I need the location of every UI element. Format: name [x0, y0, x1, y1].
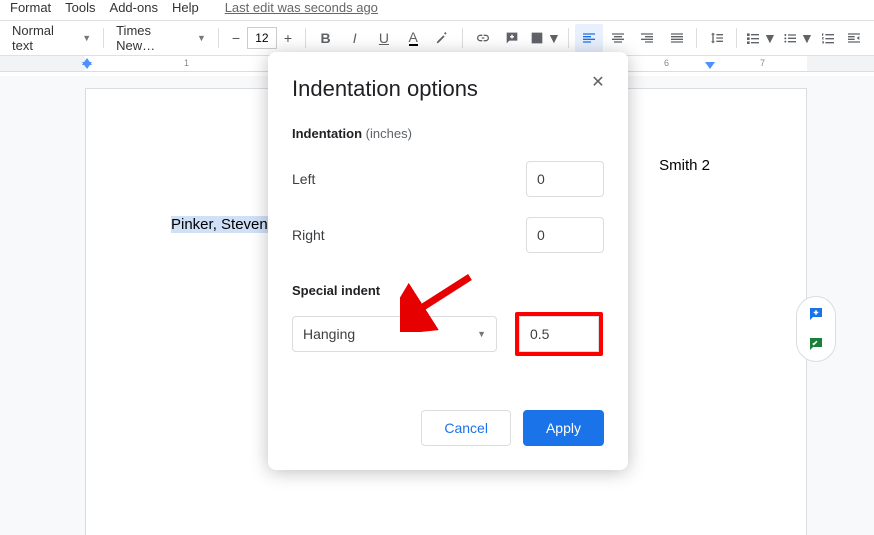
- special-indent-selected: Hanging: [303, 326, 355, 342]
- font-dropdown[interactable]: Times New… ▼: [110, 24, 212, 52]
- font-label: Times New…: [116, 23, 191, 53]
- caret-icon: ▼: [763, 30, 777, 46]
- numbered-list-icon: [820, 30, 836, 46]
- separator: [103, 28, 104, 48]
- caret-icon: ▼: [82, 33, 91, 43]
- align-center-button[interactable]: [605, 24, 632, 52]
- comment-plus-icon: [504, 30, 520, 46]
- indentation-section-label: Indentation (inches): [292, 126, 604, 141]
- special-indent-dropdown[interactable]: Hanging ▼: [292, 316, 497, 352]
- caret-icon: ▼: [547, 30, 561, 46]
- caret-icon: ▼: [477, 329, 486, 339]
- paragraph-style-label: Normal text: [12, 23, 76, 53]
- right-indent-input[interactable]: [526, 217, 604, 253]
- unit-label: (inches): [366, 126, 412, 141]
- separator: [696, 28, 697, 48]
- right-indent-marker[interactable]: [705, 62, 715, 69]
- underline-button[interactable]: U: [370, 24, 397, 52]
- link-icon: [475, 30, 491, 46]
- special-indent-label: Special indent: [292, 283, 604, 298]
- align-center-icon: [610, 30, 626, 46]
- left-indent-label: Left: [292, 171, 315, 187]
- side-floating-toolbar: [796, 296, 836, 362]
- left-indent-input[interactable]: [526, 161, 604, 197]
- bulleted-list-icon: [782, 30, 798, 46]
- suggest-edits-icon[interactable]: [807, 335, 825, 353]
- separator: [305, 28, 306, 48]
- add-comment-icon[interactable]: [807, 305, 825, 323]
- highlighter-icon: [434, 30, 450, 46]
- selected-text: Pinker, Steven.: [171, 216, 276, 233]
- image-icon: [529, 30, 545, 46]
- menu-addons[interactable]: Add-ons: [110, 0, 158, 15]
- apply-button[interactable]: Apply: [523, 410, 604, 446]
- decrease-font-button[interactable]: −: [225, 27, 247, 49]
- ruler-number: 6: [664, 58, 669, 68]
- insert-comment-button[interactable]: [498, 24, 525, 52]
- line-spacing-icon: [709, 30, 725, 46]
- separator: [736, 28, 737, 48]
- checklist-icon: [745, 30, 761, 46]
- ruler-margin-right: [807, 56, 874, 71]
- bulleted-list-button[interactable]: ▼: [780, 24, 815, 52]
- separator: [218, 28, 219, 48]
- menu-tools[interactable]: Tools: [65, 0, 95, 15]
- highlight-button[interactable]: [429, 24, 456, 52]
- close-button[interactable]: ✕: [586, 70, 610, 94]
- font-size-stepper: − +: [225, 27, 299, 49]
- ruler-number: 1: [184, 58, 189, 68]
- left-indent-marker[interactable]: [82, 62, 92, 69]
- numbered-list-button[interactable]: [817, 24, 838, 52]
- caret-icon: ▼: [197, 33, 206, 43]
- menu-format[interactable]: Format: [10, 0, 51, 15]
- cancel-button[interactable]: Cancel: [421, 410, 511, 446]
- italic-button[interactable]: I: [341, 24, 368, 52]
- right-indent-label: Right: [292, 227, 325, 243]
- last-edit-link[interactable]: Last edit was seconds ago: [225, 0, 378, 15]
- paragraph-style-dropdown[interactable]: Normal text ▼: [6, 24, 97, 52]
- text-color-button[interactable]: A: [400, 24, 427, 52]
- ruler-margin-left: [0, 56, 85, 71]
- bold-button[interactable]: B: [312, 24, 339, 52]
- insert-link-button[interactable]: [469, 24, 496, 52]
- insert-image-button[interactable]: ▼: [527, 24, 562, 52]
- align-justify-icon: [669, 30, 685, 46]
- align-right-button[interactable]: [634, 24, 661, 52]
- highlight-annotation: [515, 312, 603, 356]
- font-size-input[interactable]: [247, 27, 277, 49]
- align-justify-button[interactable]: [663, 24, 690, 52]
- indentation-options-dialog: Indentation options ✕ Indentation (inche…: [268, 52, 628, 470]
- align-left-icon: [581, 30, 597, 46]
- separator: [568, 28, 569, 48]
- dialog-title: Indentation options: [292, 76, 604, 102]
- checklist-button[interactable]: ▼: [743, 24, 778, 52]
- page-header-number: Smith 2: [659, 157, 710, 174]
- caret-icon: ▼: [800, 30, 814, 46]
- decrease-indent-button[interactable]: [841, 24, 868, 52]
- decrease-indent-icon: [846, 30, 862, 46]
- toolbar: Normal text ▼ Times New… ▼ − + B I U A ▼ ▼…: [0, 20, 874, 56]
- ruler-number: 7: [760, 58, 765, 68]
- align-left-button[interactable]: [575, 24, 602, 52]
- menu-help[interactable]: Help: [172, 0, 199, 15]
- increase-font-button[interactable]: +: [277, 27, 299, 49]
- align-right-icon: [639, 30, 655, 46]
- line-spacing-button[interactable]: [703, 24, 730, 52]
- special-indent-value-input[interactable]: [519, 316, 599, 352]
- separator: [462, 28, 463, 48]
